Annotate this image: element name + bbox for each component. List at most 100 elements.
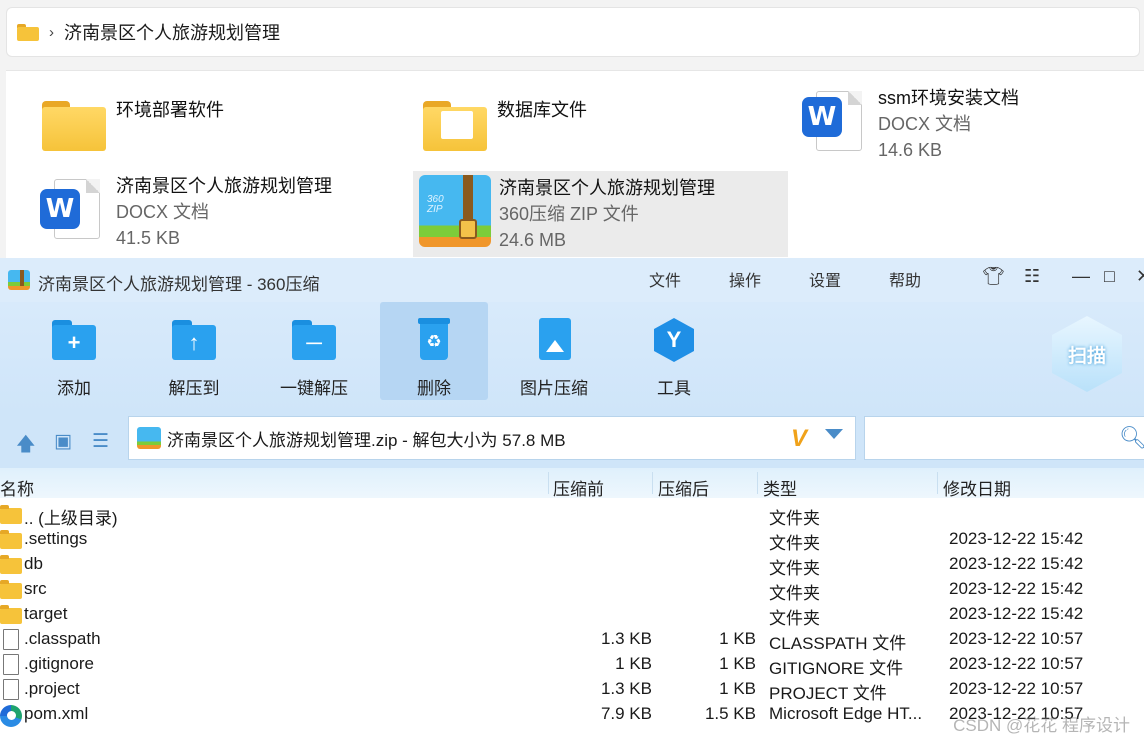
maximize-button[interactable]: □ xyxy=(1104,266,1115,287)
cell-type: CLASSPATH 文件 xyxy=(769,634,907,653)
recycle-bin-icon: ♻︎ xyxy=(410,318,458,364)
cell-name: .project xyxy=(24,679,80,698)
extract-icon: ↑ xyxy=(170,318,218,364)
column-type[interactable]: 类型 xyxy=(763,475,797,500)
column-date[interactable]: 修改日期 xyxy=(943,475,1011,500)
menu-help[interactable]: 帮助 xyxy=(889,267,921,291)
cell-size-before: 1 KB xyxy=(615,654,652,673)
cell-name: pom.xml xyxy=(24,704,89,723)
file-type: 360压缩 ZIP 文件 xyxy=(499,204,639,224)
cell-date: 2023-12-22 10:57 xyxy=(949,654,1084,673)
cell-type: 文件夹 xyxy=(769,584,820,603)
menu-operation[interactable]: 操作 xyxy=(729,267,761,291)
search-icon[interactable]: 🔍︎ xyxy=(1119,425,1144,451)
table-row[interactable]: .. (上级目录) 文件夹 xyxy=(0,502,1144,528)
file-size: 14.6 KB xyxy=(878,140,943,160)
folder-icon xyxy=(0,579,22,599)
extract-to-label: 解压到 xyxy=(168,379,220,398)
folder-icon xyxy=(17,23,39,41)
cell-date: 2023-12-22 10:57 xyxy=(949,629,1084,648)
word-document-icon: W xyxy=(802,85,870,155)
tools-button[interactable]: Y 工具 xyxy=(620,302,728,400)
add-label: 添加 xyxy=(57,379,91,398)
feedback-icon[interactable]: ☷ xyxy=(1024,266,1040,287)
cell-size-after: 1 KB xyxy=(719,679,756,698)
up-arrow-icon[interactable]: 🡅︎ xyxy=(16,430,36,462)
list-view-icon[interactable]: ☰ xyxy=(92,430,109,453)
file-tile-selected[interactable]: 360 ZIP 济南景区个人旅游规划管理 360压缩 ZIP 文件 24.6 MB xyxy=(413,171,788,257)
image-compress-button[interactable]: 图片压缩 xyxy=(500,302,608,400)
v-logo-icon[interactable]: V xyxy=(791,425,807,453)
cell-type: 文件夹 xyxy=(769,609,820,628)
file-tile[interactable]: 数据库文件 xyxy=(421,91,791,157)
column-name[interactable]: 名称 xyxy=(0,475,34,500)
minimize-button[interactable]: — xyxy=(1072,266,1090,287)
cell-name: .. (上级目录) xyxy=(24,509,118,528)
dropdown-arrow-icon[interactable] xyxy=(825,429,843,439)
chevron-right-icon[interactable]: › xyxy=(49,24,54,41)
column-size-before[interactable]: 压缩前 xyxy=(553,475,604,500)
window-title: 济南景区个人旅游规划管理 - 360压缩 xyxy=(38,275,320,294)
table-row[interactable]: db 文件夹 2023-12-22 15:42 xyxy=(0,552,1144,578)
table-row[interactable]: .settings 文件夹 2023-12-22 15:42 xyxy=(0,527,1144,553)
file-grid: 环境部署软件 数据库文件 W ssm环境安装文档 DOCX 文档 14.6 KB xyxy=(6,70,1144,258)
table-row[interactable]: .project 1.3 KB 1 KB PROJECT 文件 2023-12-22 1… xyxy=(0,677,1144,703)
file-name: 济南景区个人旅游规划管理 xyxy=(499,178,715,198)
file-type: DOCX 文档 xyxy=(878,114,972,134)
one-click-extract-icon: ─ xyxy=(290,318,338,364)
scan-label: 扫描 xyxy=(1067,345,1106,367)
zip-archive-icon: 360 ZIP xyxy=(419,175,491,249)
one-click-extract-button[interactable]: ─ 一键解压 xyxy=(260,302,368,400)
cell-date: 2023-12-22 15:42 xyxy=(949,529,1084,548)
file-list: .. (上级目录) 文件夹 .settings 文件夹 2023-12-22 15:42… xyxy=(0,502,1144,742)
file-icon xyxy=(0,654,22,675)
table-row[interactable]: src 文件夹 2023-12-22 15:42 xyxy=(0,577,1144,603)
search-input[interactable]: 🔍︎ xyxy=(864,416,1144,460)
address-bar[interactable]: › 济南景区个人旅游规划管理 xyxy=(6,7,1140,57)
folder-with-document-icon xyxy=(421,91,489,161)
column-size-after[interactable]: 压缩后 xyxy=(658,475,709,500)
cell-date: 2023-12-22 15:42 xyxy=(949,604,1084,623)
file-size: 24.6 MB xyxy=(499,230,567,250)
cell-date: 2023-12-22 15:42 xyxy=(949,554,1084,573)
add-button[interactable]: + 添加 xyxy=(20,302,128,400)
cell-name: db xyxy=(24,554,43,573)
delete-button[interactable]: ♻︎ 删除 xyxy=(380,302,488,400)
extract-to-button[interactable]: ↑ 解压到 xyxy=(140,302,248,400)
archive-window: 济南景区个人旅游规划管理 - 360压缩 文件 操作 设置 帮助 👕︎ ☷ — … xyxy=(0,258,1144,742)
cell-name: .classpath xyxy=(24,629,101,648)
delete-label: 删除 xyxy=(417,379,451,398)
file-size: 41.5 KB xyxy=(116,228,181,248)
file-tile[interactable]: W 济南景区个人旅游规划管理 DOCX 文档 41.5 KB xyxy=(40,173,410,255)
folder-icon xyxy=(0,554,22,574)
cell-size-before: 1.3 KB xyxy=(600,679,652,698)
cell-name: .settings xyxy=(24,529,88,548)
file-icon xyxy=(0,679,22,700)
file-tile[interactable]: 环境部署软件 xyxy=(40,91,410,157)
folder-icon xyxy=(0,604,22,624)
folder-icon xyxy=(40,91,108,161)
cell-date: 2023-12-22 10:57 xyxy=(949,679,1084,698)
image-compress-icon xyxy=(530,318,578,364)
title-bar[interactable]: 济南景区个人旅游规划管理 - 360压缩 文件 操作 设置 帮助 👕︎ ☷ — … xyxy=(0,258,1144,302)
file-tile[interactable]: W ssm环境安装文档 DOCX 文档 14.6 KB xyxy=(802,85,1142,165)
table-row[interactable]: target 文件夹 2023-12-22 15:42 xyxy=(0,602,1144,628)
tools-icon: Y xyxy=(650,318,698,364)
word-document-icon: W xyxy=(40,173,108,243)
thumbnail-view-icon[interactable]: ▣ xyxy=(54,430,72,453)
menu-settings[interactable]: 设置 xyxy=(809,267,841,291)
file-name: 环境部署软件 xyxy=(116,100,224,120)
menu-file[interactable]: 文件 xyxy=(649,267,681,291)
edge-browser-icon xyxy=(0,704,22,727)
table-row[interactable]: .classpath 1.3 KB 1 KB CLASSPATH 文件 2023-12-… xyxy=(0,627,1144,653)
cell-size-after: 1 KB xyxy=(719,629,756,648)
skin-icon[interactable]: 👕︎ xyxy=(982,266,1005,287)
archive-path-field[interactable]: 济南景区个人旅游规划管理.zip - 解包大小为 57.8 MB V xyxy=(128,416,856,460)
cell-size-after: 1.5 KB xyxy=(704,704,756,723)
cell-type: PROJECT 文件 xyxy=(769,684,887,703)
archive-icon xyxy=(137,427,161,449)
scan-badge[interactable]: 扫描 xyxy=(1052,316,1122,392)
table-row[interactable]: .gitignore 1 KB 1 KB GITIGNORE 文件 2023-12-22… xyxy=(0,652,1144,678)
close-button[interactable]: ✕ xyxy=(1136,266,1144,287)
breadcrumb[interactable]: 济南景区个人旅游规划管理 xyxy=(64,19,280,45)
